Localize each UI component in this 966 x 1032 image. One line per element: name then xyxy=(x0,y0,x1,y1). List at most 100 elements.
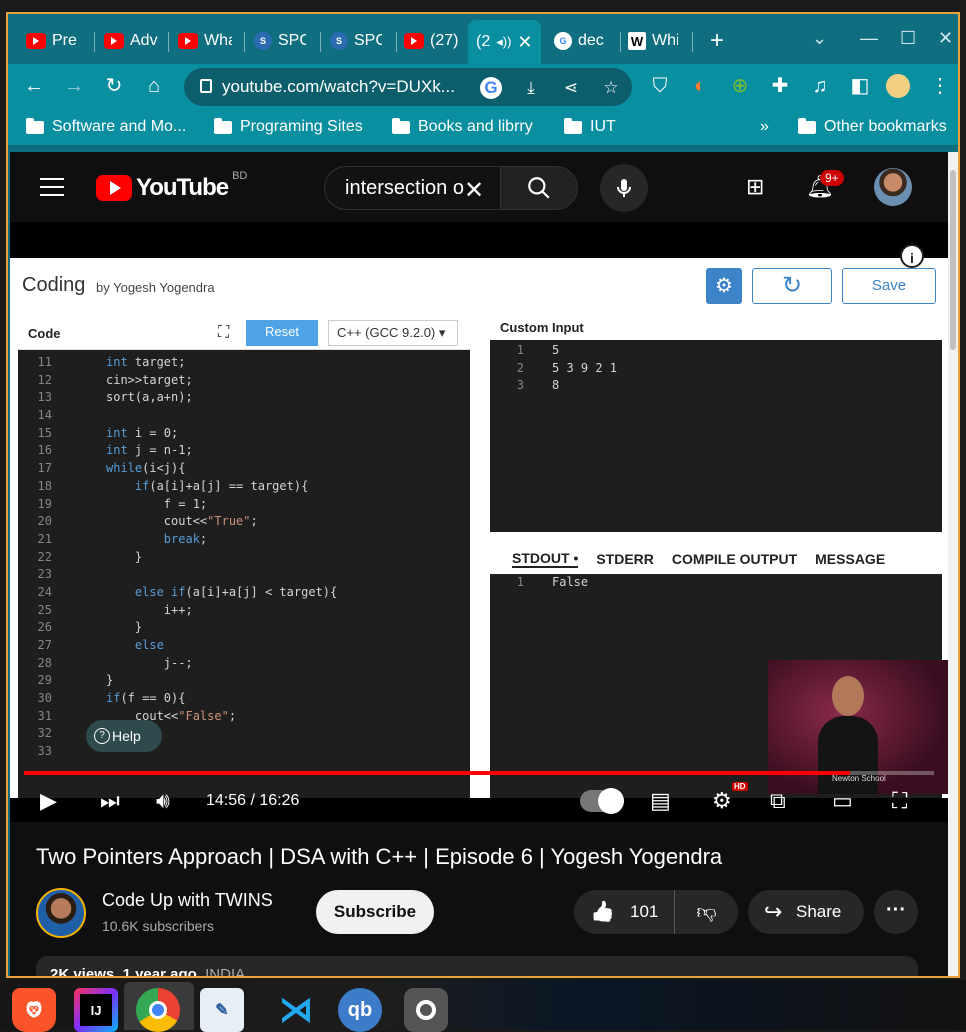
extension-green-icon[interactable]: ⊕ xyxy=(728,74,752,98)
scrollbar-thumb[interactable] xyxy=(950,170,956,350)
close-tab-icon[interactable]: ✕ xyxy=(517,32,532,53)
settings-gear-icon: ⚙ xyxy=(706,268,742,304)
home-icon[interactable]: ⌂ xyxy=(142,74,166,98)
notepad-icon[interactable]: ✎ xyxy=(200,988,244,1032)
tab-3[interactable]: Wha xyxy=(178,26,232,56)
youtube-logo[interactable]: YouTube BD xyxy=(96,170,247,202)
coding-title: Coding xyxy=(22,274,86,296)
create-video-icon[interactable]: ⊞ xyxy=(746,174,764,200)
run-refresh-icon: ↻ xyxy=(752,268,832,304)
tab-5[interactable]: SSPC xyxy=(330,26,382,56)
tab-1[interactable]: Pre xyxy=(26,26,77,56)
fullscreen-icon[interactable]: ⛶ xyxy=(892,788,907,814)
line-text: int target; xyxy=(106,355,186,369)
tab-strip: Pre Adv Wha SSPC SSPC (27) (2◂))✕ Gdec W… xyxy=(8,14,958,64)
dislike-button[interactable]: 👎︎ xyxy=(674,890,738,934)
share-icon[interactable]: ⋖ xyxy=(560,77,582,99)
lock-icon xyxy=(200,79,212,93)
bookmark-star-icon[interactable]: ☆ xyxy=(600,77,622,99)
volume-icon[interactable]: 🔊︎ xyxy=(156,788,170,814)
tab-4[interactable]: SSPC xyxy=(254,26,306,56)
page-scrollbar[interactable] xyxy=(948,152,958,976)
tab-stderr: STDERR xyxy=(596,551,654,567)
subscribe-button[interactable]: Subscribe xyxy=(316,890,434,934)
more-actions-button[interactable]: ··· xyxy=(874,890,918,934)
audio-icon[interactable]: ◂)) xyxy=(496,34,511,50)
channel-name[interactable]: Code Up with TWINS xyxy=(102,890,273,911)
close-window-icon[interactable]: ✕ xyxy=(938,28,953,49)
bookmark-folder-books[interactable]: Books and librry xyxy=(392,117,533,136)
bookmark-folder-software[interactable]: Software and Mo... xyxy=(26,117,186,136)
search-button[interactable] xyxy=(500,166,578,210)
vscode-icon[interactable]: ⋊ xyxy=(274,988,318,1032)
maximize-icon[interactable]: ☐ xyxy=(900,28,916,49)
channel-avatar[interactable] xyxy=(36,888,86,938)
thumbs-down-icon: 👎︎ xyxy=(696,901,717,923)
shield-extension-icon[interactable]: ⛉ xyxy=(648,74,672,98)
bookmarks-overflow-button[interactable]: » xyxy=(760,118,769,136)
bookmark-folder-programing[interactable]: Programing Sites xyxy=(214,117,363,136)
obs-icon[interactable] xyxy=(404,988,448,1032)
bookmark-folder-iut[interactable]: IUT xyxy=(564,117,616,136)
miniplayer-icon[interactable]: ⧉ xyxy=(770,788,786,814)
account-avatar[interactable] xyxy=(874,168,912,206)
reload-icon[interactable]: ↻ xyxy=(102,74,126,98)
tab-6[interactable]: (27) xyxy=(404,26,458,56)
clear-search-icon[interactable]: ✕ xyxy=(464,176,484,205)
qbittorrent-icon[interactable]: qb xyxy=(338,988,382,1032)
like-button[interactable]: 101 xyxy=(574,890,674,934)
minimize-icon[interactable]: — xyxy=(860,28,878,49)
tab-8[interactable]: Gdec xyxy=(554,26,604,56)
hamburger-menu-icon[interactable] xyxy=(40,178,64,196)
chrome-icon[interactable] xyxy=(136,988,180,1032)
new-tab-button[interactable]: + xyxy=(710,26,724,56)
tab-2[interactable]: Adv xyxy=(104,26,158,56)
other-bookmarks[interactable]: Other bookmarks xyxy=(798,117,947,136)
line-number: 18 xyxy=(37,478,52,493)
line-text: cout<<"True"; xyxy=(106,514,258,529)
share-button[interactable]: Share xyxy=(748,890,864,934)
autoplay-toggle[interactable] xyxy=(580,788,624,814)
address-bar[interactable]: youtube.com/watch?v=DUXk... G ⤓ ⋖ ☆ xyxy=(184,68,632,106)
line-text: f = 1; xyxy=(106,496,208,511)
forward-icon[interactable]: → xyxy=(62,74,86,98)
code-line: 15 int i = 0; xyxy=(18,425,470,443)
line-text: i++; xyxy=(106,602,193,617)
side-panel-icon[interactable]: ◧ xyxy=(848,74,872,98)
progress-bar[interactable] xyxy=(24,771,934,775)
profile-avatar-icon[interactable] xyxy=(886,74,910,98)
navigation-bar: ← → ↻ ⌂ youtube.com/watch?v=DUXk... G ⤓ … xyxy=(8,64,958,108)
brave-icon[interactable]: 🦁︎ xyxy=(12,988,56,1032)
subtitles-icon[interactable]: ▤ xyxy=(650,788,671,814)
video-player[interactable]: Coding by Yogesh Yogendra ⚙ ↻ Save Code … xyxy=(10,222,948,822)
line-number: 25 xyxy=(37,602,52,617)
upload-age: 1 year ago xyxy=(122,966,197,978)
theater-mode-icon[interactable]: ▭ xyxy=(832,788,853,814)
line-number: 33 xyxy=(37,744,52,759)
extension-orange-icon[interactable]: ◐ xyxy=(688,74,712,98)
settings-icon[interactable]: ⚙ xyxy=(712,788,732,814)
line-number: 23 xyxy=(37,567,52,582)
line-number: 2 xyxy=(516,360,524,375)
intellij-icon[interactable]: IJ xyxy=(74,988,118,1032)
google-lens-icon[interactable]: G xyxy=(480,77,502,99)
description-box[interactable]: 2K views 1 year ago INDIA xyxy=(36,956,918,978)
voice-search-button[interactable] xyxy=(600,164,648,212)
back-icon[interactable]: ← xyxy=(22,74,46,98)
line-text: 5 3 9 2 1 xyxy=(552,360,618,375)
line-text: 5 xyxy=(552,343,560,357)
tab-message: MESSAGE xyxy=(815,551,886,567)
play-icon[interactable]: ▶ xyxy=(40,788,57,814)
line-text: cin>>target; xyxy=(106,372,193,387)
next-video-icon[interactable]: ⏭ xyxy=(100,788,120,814)
tab-7-active[interactable]: (2 ◂)) ✕ xyxy=(468,20,541,64)
s-icon: S xyxy=(254,32,272,50)
extensions-puzzle-icon[interactable]: ✚ xyxy=(768,74,792,98)
line-number: 32 xyxy=(37,726,52,741)
media-control-icon[interactable]: ♫ xyxy=(808,74,832,98)
tab-9[interactable]: W Whi xyxy=(628,26,678,56)
tab-search-icon[interactable]: ⌄ xyxy=(812,28,827,49)
menu-kebab-icon[interactable]: ⋮ xyxy=(928,74,952,98)
info-card-icon[interactable]: i xyxy=(900,244,924,268)
install-icon[interactable]: ⤓ xyxy=(520,77,542,99)
